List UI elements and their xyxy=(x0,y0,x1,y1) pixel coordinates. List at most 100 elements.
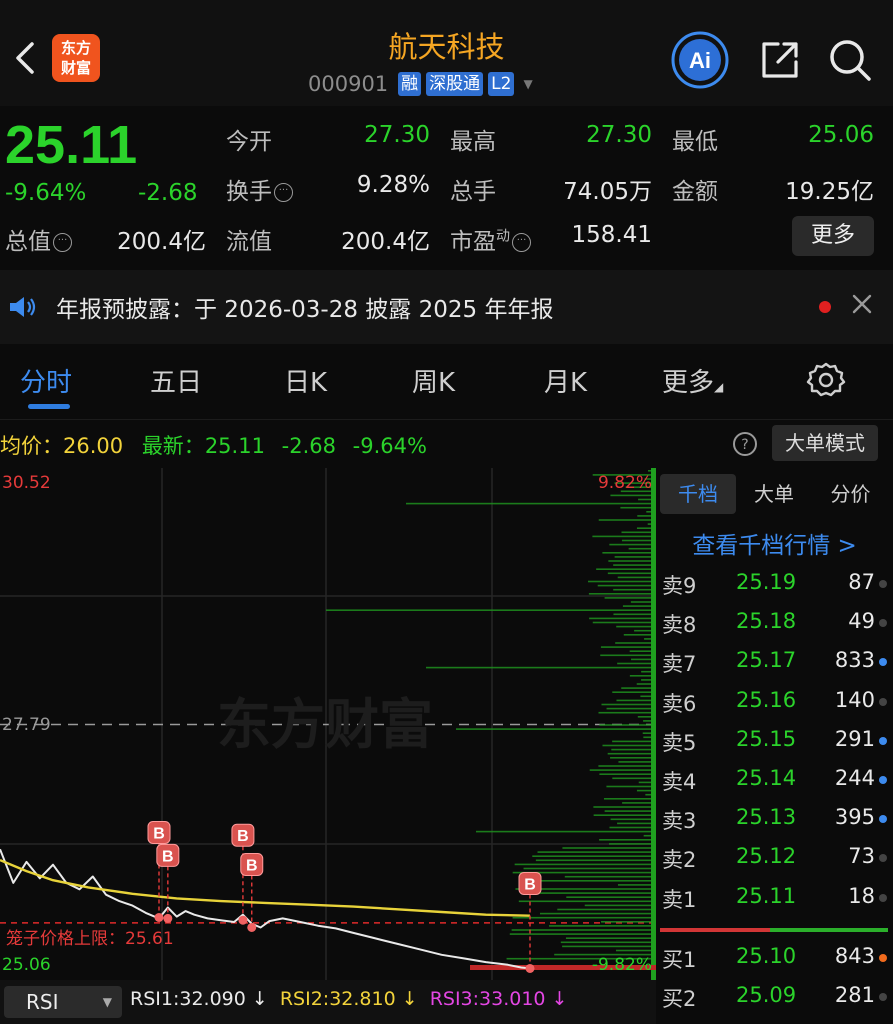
level-label: 卖1 xyxy=(662,887,697,912)
tab-intraday[interactable]: 分时 xyxy=(20,362,72,399)
level-label: 买1 xyxy=(662,948,697,972)
gear-icon[interactable] xyxy=(806,360,846,400)
level-label: 卖2 xyxy=(662,848,697,873)
buy-marker-dot xyxy=(154,912,164,922)
latest-label: 最新： xyxy=(141,434,205,458)
tab-more[interactable]: 更多◢ xyxy=(662,362,723,399)
sell-level-row[interactable]: 卖5 25.15 291 xyxy=(656,721,893,760)
volume-profile-bar xyxy=(535,859,656,862)
chevron-down-icon[interactable]: ▼ xyxy=(523,77,532,91)
volume-profile-bar xyxy=(617,884,656,886)
volume-profile-bar xyxy=(600,646,656,648)
level-price: 25.14 xyxy=(736,766,797,790)
info-icon[interactable]: ··· xyxy=(53,233,72,252)
rsi3-value: RSI3:33.010 ↓ xyxy=(429,988,568,1010)
volume-profile-bar xyxy=(607,752,656,755)
volume-profile-bar xyxy=(518,900,656,903)
chart-period-tabs: 分时 五日 日K 周K 月K 更多◢ xyxy=(0,350,893,420)
search-icon[interactable] xyxy=(826,36,874,84)
volume-profile-bar xyxy=(612,691,656,693)
sell-level-row[interactable]: 卖1 25.11 18 xyxy=(656,878,893,917)
buy-marker-label: B xyxy=(153,825,165,842)
sell-level-row[interactable]: 卖2 25.12 73 xyxy=(656,838,893,877)
volume-profile-bar xyxy=(566,896,656,898)
volume-profile-bar xyxy=(614,556,656,558)
intraday-chart[interactable]: 东方财富 BBBBB 30.52 27.79 25.06 9.82% -9.82… xyxy=(0,468,656,980)
volume-profile-bar xyxy=(426,666,656,669)
tab-weekly-k[interactable]: 周K xyxy=(412,362,455,399)
tab-big-orders[interactable]: 大单 xyxy=(736,474,812,514)
volume-profile-bar xyxy=(476,830,656,833)
sell-level-row[interactable]: 卖6 25.16 140 xyxy=(656,682,893,721)
pe-value: 158.41 xyxy=(571,222,652,248)
level2-tag: L2 xyxy=(488,72,515,96)
level-volume: 281 xyxy=(834,983,875,1008)
sell-level-row[interactable]: 卖9 25.19 87 xyxy=(656,564,893,603)
rsi-values: RSI1:32.090 ↓ RSI2:32.810 ↓ RSI3:33.010 … xyxy=(130,988,567,1010)
volume-profile-bar xyxy=(613,613,656,616)
buy-marker-label: B xyxy=(162,848,174,865)
open-label: 今开 xyxy=(226,129,272,155)
volume-profile-bar xyxy=(598,711,656,714)
ai-assistant-icon[interactable]: Ai xyxy=(670,30,730,90)
big-order-mode-button[interactable]: 大单模式 xyxy=(772,425,878,461)
level-price: 25.10 xyxy=(736,944,797,968)
buy-level-row[interactable]: 买2 25.09 281 xyxy=(656,977,893,1016)
share-icon[interactable] xyxy=(758,38,802,82)
info-icon[interactable]: ··· xyxy=(512,233,531,252)
tab-monthly-k[interactable]: 月K xyxy=(544,362,587,399)
volume-profile-bar xyxy=(588,580,656,583)
volume-profile-bar xyxy=(514,863,656,866)
volume-profile-bar xyxy=(609,543,656,546)
tab-five-day[interactable]: 五日 xyxy=(150,362,202,399)
amount-label: 金额 xyxy=(672,179,718,205)
latest-price: 25.11 xyxy=(204,434,265,458)
stock-subtitle[interactable]: 000901 融 深股通 L2 ▼ xyxy=(308,70,533,98)
sell-level-row[interactable]: 卖4 25.14 244 xyxy=(656,760,893,799)
level-volume: 395 xyxy=(834,805,875,830)
tab-daily-k[interactable]: 日K xyxy=(284,362,327,399)
help-icon[interactable]: ? xyxy=(732,431,758,457)
level-dot-icon xyxy=(879,619,887,628)
volume-profile-bar xyxy=(326,609,656,611)
volume-profile-bar xyxy=(617,822,656,825)
indicator-select[interactable]: RSI ▼ xyxy=(4,986,122,1018)
volume-profile-bar xyxy=(592,621,656,624)
open-value: 27.30 xyxy=(364,122,430,148)
buy-marker-dot xyxy=(247,922,257,932)
view-levels-link[interactable]: 查看千档行情 > xyxy=(656,526,893,560)
volume-profile-bar xyxy=(456,728,656,730)
level-label: 卖3 xyxy=(662,809,697,834)
tab-price-distribution[interactable]: 分价 xyxy=(812,474,889,514)
level-dot-icon xyxy=(879,815,887,824)
sell-pressure-bar xyxy=(660,928,770,932)
svg-text:?: ? xyxy=(741,437,748,453)
buy-marker-dot xyxy=(163,913,173,923)
high-value: 27.30 xyxy=(586,122,652,148)
level-dot-icon xyxy=(879,954,887,962)
notice-bar[interactable]: 年报预披露：于 2026-03-28 披露 2025 年年报 xyxy=(0,270,893,344)
more-stats-button[interactable]: 更多 xyxy=(792,216,874,256)
float-cap-label: 流值 xyxy=(226,229,272,255)
sell-level-row[interactable]: 卖7 25.17 833 xyxy=(656,642,893,681)
level-volume: 833 xyxy=(834,648,875,673)
tab-thousand-levels[interactable]: 千档 xyxy=(660,474,736,514)
volume-profile-bar xyxy=(615,949,656,952)
volume-profile-bar xyxy=(565,937,656,939)
volume-profile-bar xyxy=(620,506,656,509)
info-icon[interactable]: ··· xyxy=(274,183,293,202)
sell-level-row[interactable]: 卖3 25.13 395 xyxy=(656,799,893,838)
market-cap-value: 200.4亿 xyxy=(117,229,206,255)
close-icon[interactable] xyxy=(850,292,874,316)
y-top-label: 30.52 xyxy=(2,473,51,493)
level-price: 25.11 xyxy=(736,883,797,908)
level-price: 25.18 xyxy=(736,609,797,634)
level-price: 25.12 xyxy=(736,844,797,869)
buy-level-row[interactable]: 买1 25.10 843 xyxy=(656,938,893,977)
volume-profile-bar xyxy=(592,535,656,538)
sell-level-row[interactable]: 卖8 25.18 49 xyxy=(656,603,893,642)
caret-down-icon: ▼ xyxy=(102,995,112,1009)
volume-profile-bar xyxy=(602,552,656,554)
active-tab-indicator xyxy=(28,404,70,409)
level-volume: 291 xyxy=(834,726,875,751)
